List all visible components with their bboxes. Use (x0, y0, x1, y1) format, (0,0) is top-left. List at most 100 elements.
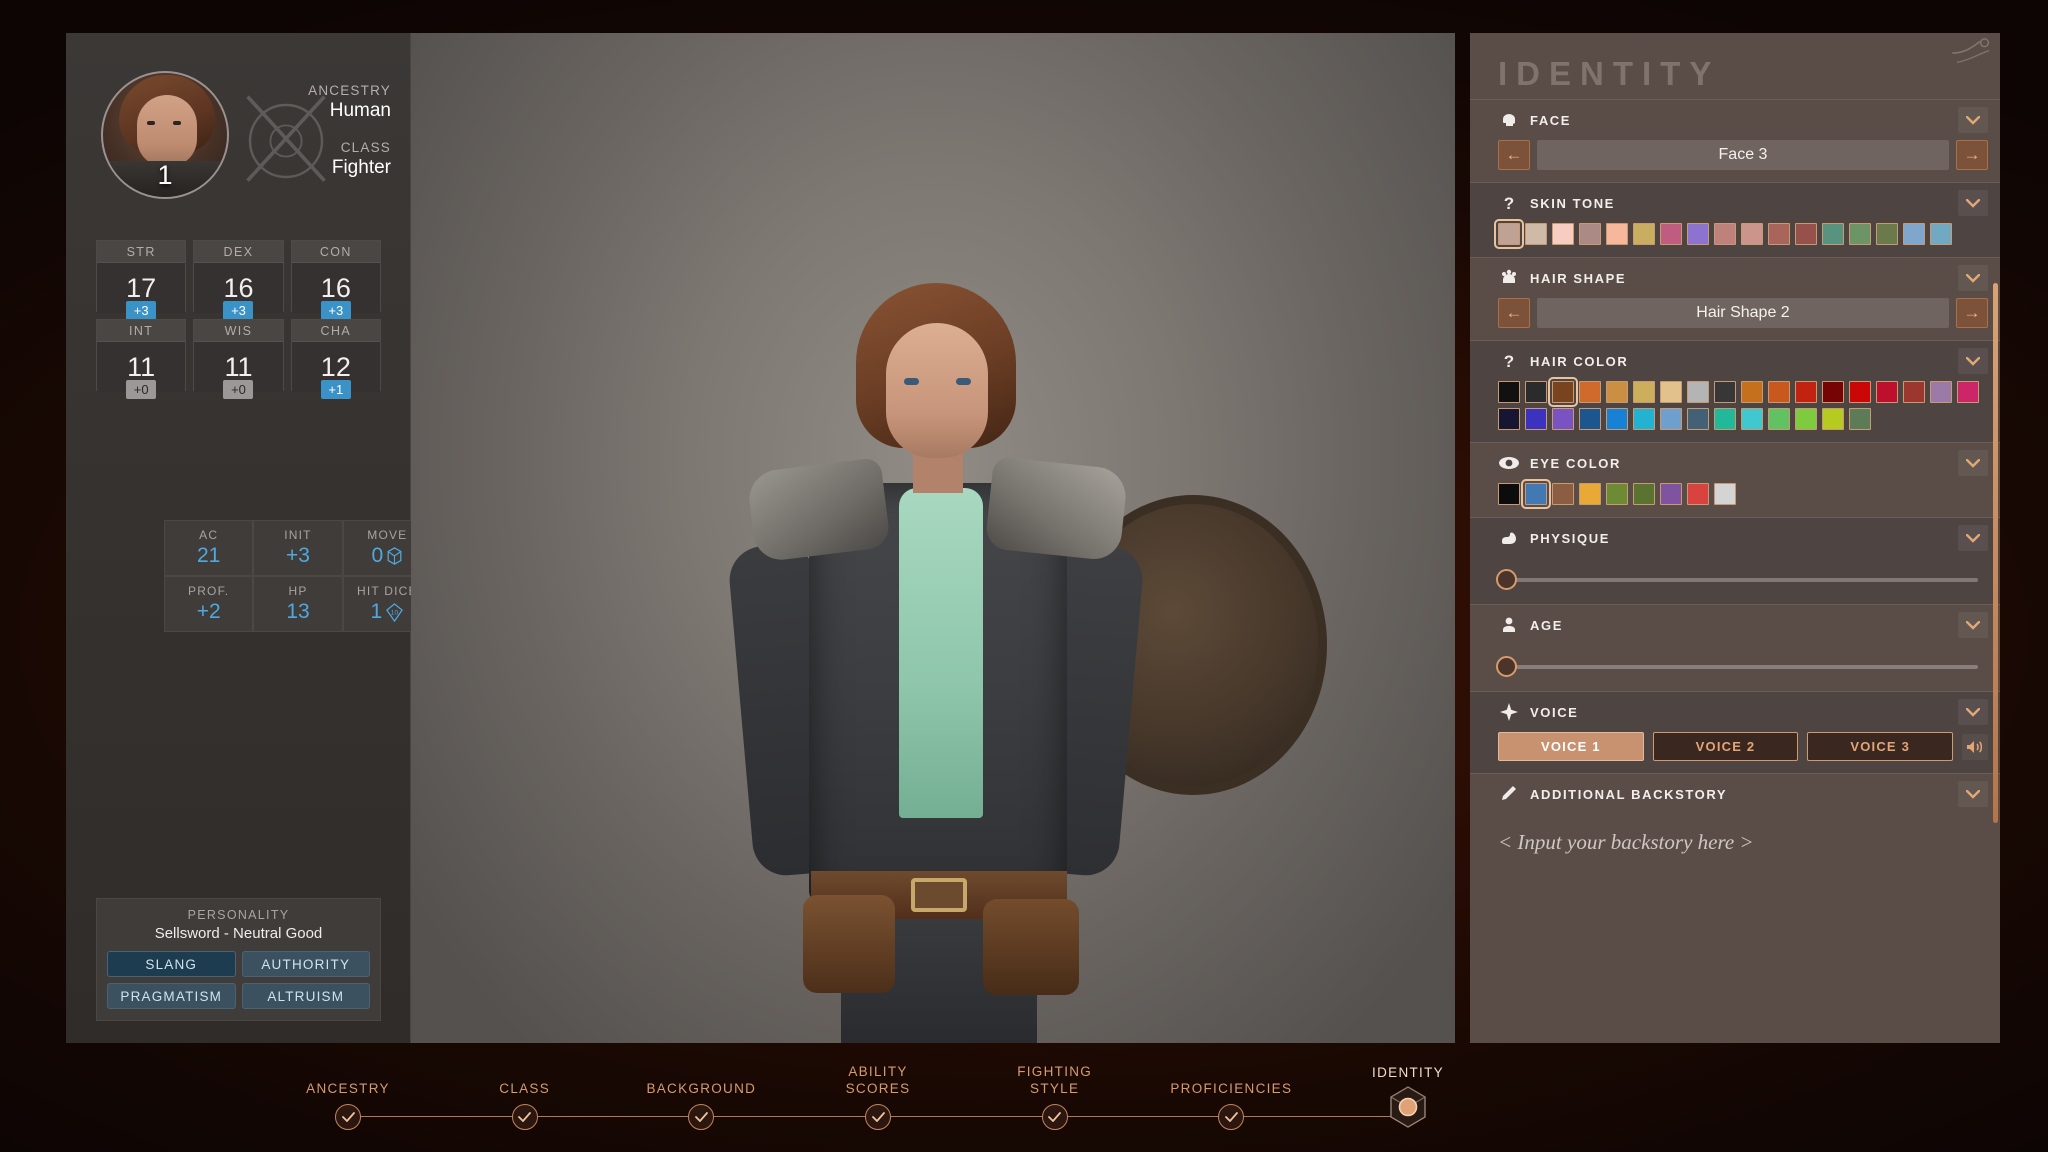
hair-color-swatch[interactable] (1741, 381, 1763, 403)
section-age-header[interactable]: AGE (1470, 605, 2000, 645)
hair-color-swatch[interactable] (1633, 381, 1655, 403)
step-ability-scores[interactable]: ABILITY SCORES (798, 1064, 958, 1130)
hair-color-swatch[interactable] (1741, 408, 1763, 430)
section-voice-header[interactable]: VOICE (1470, 692, 2000, 732)
hair-color-swatch[interactable] (1957, 381, 1979, 403)
skin-tone-swatch[interactable] (1525, 223, 1547, 245)
hair-color-swatch[interactable] (1795, 408, 1817, 430)
voice-option-button[interactable]: VOICE 3 (1807, 732, 1954, 761)
skin-tone-swatch[interactable] (1579, 223, 1601, 245)
personality-trait[interactable]: SLANG (107, 951, 236, 977)
hair-color-swatch[interactable] (1822, 408, 1844, 430)
age-slider-knob[interactable] (1496, 656, 1517, 677)
hair-shape-next-button[interactable]: → (1956, 298, 1988, 328)
age-slider[interactable] (1496, 656, 1978, 677)
stat-ac[interactable]: AC 21 (164, 520, 254, 576)
eye-color-swatch[interactable] (1521, 479, 1551, 509)
step-class[interactable]: CLASS (445, 1081, 605, 1130)
skin-tone-swatch[interactable] (1687, 223, 1709, 245)
hair-color-swatch[interactable] (1714, 381, 1736, 403)
step-proficiencies[interactable]: PROFICIENCIES (1151, 1081, 1311, 1130)
eye-color-swatch[interactable] (1606, 483, 1628, 505)
chevron-down-icon[interactable] (1958, 190, 1988, 216)
chevron-down-icon[interactable] (1958, 265, 1988, 291)
skin-tone-swatch[interactable] (1633, 223, 1655, 245)
hair-color-swatch[interactable] (1849, 408, 1871, 430)
step-background[interactable]: BACKGROUND (621, 1081, 781, 1130)
skin-tone-swatch[interactable] (1741, 223, 1763, 245)
voice-option-button[interactable]: VOICE 2 (1652, 732, 1799, 761)
chevron-down-icon[interactable] (1958, 348, 1988, 374)
hair-color-swatch[interactable] (1795, 381, 1817, 403)
chevron-down-icon[interactable] (1958, 612, 1988, 638)
hair-color-swatch[interactable] (1548, 377, 1578, 407)
chevron-down-icon[interactable] (1958, 525, 1988, 551)
hair-color-swatch[interactable] (1714, 408, 1736, 430)
identity-panel-scrollbar[interactable] (1993, 283, 1998, 823)
eye-color-swatch[interactable] (1714, 483, 1736, 505)
section-eye-color-header[interactable]: EYE COLOR (1470, 443, 2000, 483)
hair-color-swatch[interactable] (1822, 381, 1844, 403)
skin-tone-swatch[interactable] (1714, 223, 1736, 245)
ability-cha[interactable]: CHA 12 +1 (290, 319, 381, 399)
stat-hp[interactable]: HP 13 (253, 576, 343, 632)
physique-slider-knob[interactable] (1496, 569, 1517, 590)
hair-color-swatch[interactable] (1606, 381, 1628, 403)
hair-color-swatch[interactable] (1552, 408, 1574, 430)
chevron-down-icon[interactable] (1958, 107, 1988, 133)
hair-color-swatch[interactable] (1687, 381, 1709, 403)
hair-color-swatch[interactable] (1498, 408, 1520, 430)
section-physique-header[interactable]: PHYSIQUE (1470, 518, 2000, 558)
hair-color-swatch[interactable] (1903, 381, 1925, 403)
skin-tone-swatch[interactable] (1930, 223, 1952, 245)
skin-tone-swatch[interactable] (1849, 223, 1871, 245)
section-face-header[interactable]: FACE (1470, 100, 2000, 140)
hair-color-swatch[interactable] (1606, 408, 1628, 430)
hair-color-swatch[interactable] (1525, 381, 1547, 403)
face-value[interactable]: Face 3 (1537, 140, 1949, 170)
ability-dex[interactable]: DEX 16 +3 (193, 240, 284, 320)
skin-tone-swatch[interactable] (1552, 223, 1574, 245)
hair-shape-prev-button[interactable]: ← (1498, 298, 1530, 328)
step-ancestry[interactable]: ANCESTRY (268, 1081, 428, 1130)
ability-int[interactable]: INT 11 +0 (96, 319, 187, 399)
section-hair-color-header[interactable]: ? HAIR COLOR (1470, 341, 2000, 381)
skin-tone-swatch[interactable] (1876, 223, 1898, 245)
hair-color-swatch[interactable] (1849, 381, 1871, 403)
backstory-input[interactable]: < Input your backstory here > (1470, 814, 2000, 855)
eye-color-swatch[interactable] (1552, 483, 1574, 505)
ability-str[interactable]: STR 17 +3 (96, 240, 187, 320)
stat-init[interactable]: INIT +3 (253, 520, 343, 576)
eye-color-swatch[interactable] (1633, 483, 1655, 505)
section-hair-shape-header[interactable]: HAIR SHAPE (1470, 258, 2000, 298)
chevron-down-icon[interactable] (1958, 450, 1988, 476)
ability-con[interactable]: CON 16 +3 (290, 240, 381, 320)
eye-color-swatch[interactable] (1687, 483, 1709, 505)
skin-tone-swatch[interactable] (1903, 223, 1925, 245)
section-backstory-header[interactable]: ADDITIONAL BACKSTORY (1470, 774, 2000, 814)
hair-color-swatch[interactable] (1579, 381, 1601, 403)
stat-prof[interactable]: PROF. +2 (164, 576, 254, 632)
hair-color-swatch[interactable] (1687, 408, 1709, 430)
skin-tone-swatch[interactable] (1795, 223, 1817, 245)
step-fighting-style[interactable]: FIGHTING STYLE (975, 1064, 1135, 1130)
hair-color-swatch[interactable] (1768, 408, 1790, 430)
hair-color-swatch[interactable] (1633, 408, 1655, 430)
hair-color-swatch[interactable] (1525, 408, 1547, 430)
chevron-down-icon[interactable] (1958, 781, 1988, 807)
personality-trait[interactable]: PRAGMATISM (107, 983, 236, 1009)
voice-option-button[interactable]: VOICE 1 (1498, 732, 1644, 761)
face-next-button[interactable]: → (1956, 140, 1988, 170)
skin-tone-swatch[interactable] (1494, 219, 1524, 249)
section-skin-tone-header[interactable]: ? SKIN TONE (1470, 183, 2000, 223)
eye-color-swatch[interactable] (1660, 483, 1682, 505)
eye-color-swatch[interactable] (1498, 483, 1520, 505)
hair-color-swatch[interactable] (1660, 408, 1682, 430)
hair-color-swatch[interactable] (1498, 381, 1520, 403)
hair-color-swatch[interactable] (1876, 381, 1898, 403)
step-identity[interactable]: IDENTITY (1328, 1065, 1488, 1130)
face-prev-button[interactable]: ← (1498, 140, 1530, 170)
hair-color-swatch[interactable] (1660, 381, 1682, 403)
hair-shape-value[interactable]: Hair Shape 2 (1537, 298, 1949, 328)
chevron-down-icon[interactable] (1958, 699, 1988, 725)
